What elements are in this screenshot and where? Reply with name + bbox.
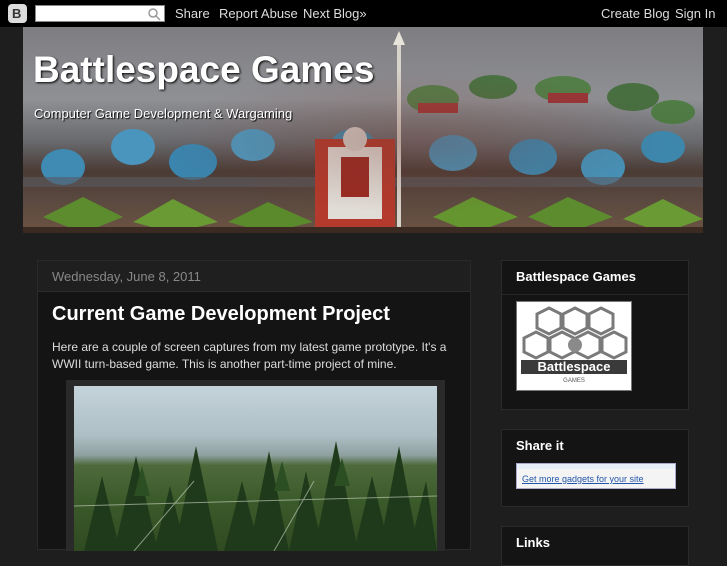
widget-divider <box>502 294 688 295</box>
next-blog-link[interactable]: Next Blog» <box>303 6 367 21</box>
navbar: B Share Report Abuse Next Blog» Create B… <box>0 0 727 27</box>
sign-in-link[interactable]: Sign In <box>675 6 715 21</box>
share-widget: Share it Get more gadgets for your site <box>501 429 689 507</box>
blog-title[interactable]: Battlespace Games <box>33 49 374 91</box>
blog-description: Computer Game Development & Wargaming <box>34 106 293 121</box>
report-abuse-link[interactable]: Report Abuse <box>219 6 298 21</box>
search-input[interactable] <box>35 5 165 22</box>
logo-subtext: GAMES <box>563 378 585 384</box>
post-date: Wednesday, June 8, 2011 <box>52 269 201 284</box>
share-widget-title: Share it <box>516 438 564 453</box>
gadget-box-bar <box>517 464 675 469</box>
blogger-logo-icon[interactable]: B <box>8 4 27 23</box>
search-icon[interactable] <box>147 7 161 21</box>
links-widget: Links <box>501 526 689 566</box>
create-blog-link[interactable]: Create Blog <box>601 6 670 21</box>
trees-illustration <box>74 441 437 551</box>
links-widget-title: Links <box>516 535 550 550</box>
post-body: Here are a couple of screen captures fro… <box>52 340 447 371</box>
get-more-gadgets-link[interactable]: Get more gadgets for your site <box>522 474 644 484</box>
gadget-box: Get more gadgets for your site <box>516 463 676 489</box>
share-link[interactable]: Share <box>175 6 210 21</box>
battlespace-logo: Battlespace GAMES <box>521 306 628 384</box>
logo-wordmark: Battlespace <box>538 359 611 374</box>
profile-widget: Battlespace Games Battlespace GAMES <box>501 260 689 410</box>
post-screenshot-image[interactable] <box>66 380 445 551</box>
post-title[interactable]: Current Game Development Project <box>52 303 390 326</box>
profile-widget-title: Battlespace Games <box>516 269 636 284</box>
main-column: Wednesday, June 8, 2011 Current Game Dev… <box>37 260 471 551</box>
profile-logo-image[interactable]: Battlespace GAMES <box>516 301 632 391</box>
date-header: Wednesday, June 8, 2011 <box>38 261 470 292</box>
game-scene <box>74 386 437 551</box>
blog-header: Battlespace Games Computer Game Developm… <box>23 27 703 233</box>
